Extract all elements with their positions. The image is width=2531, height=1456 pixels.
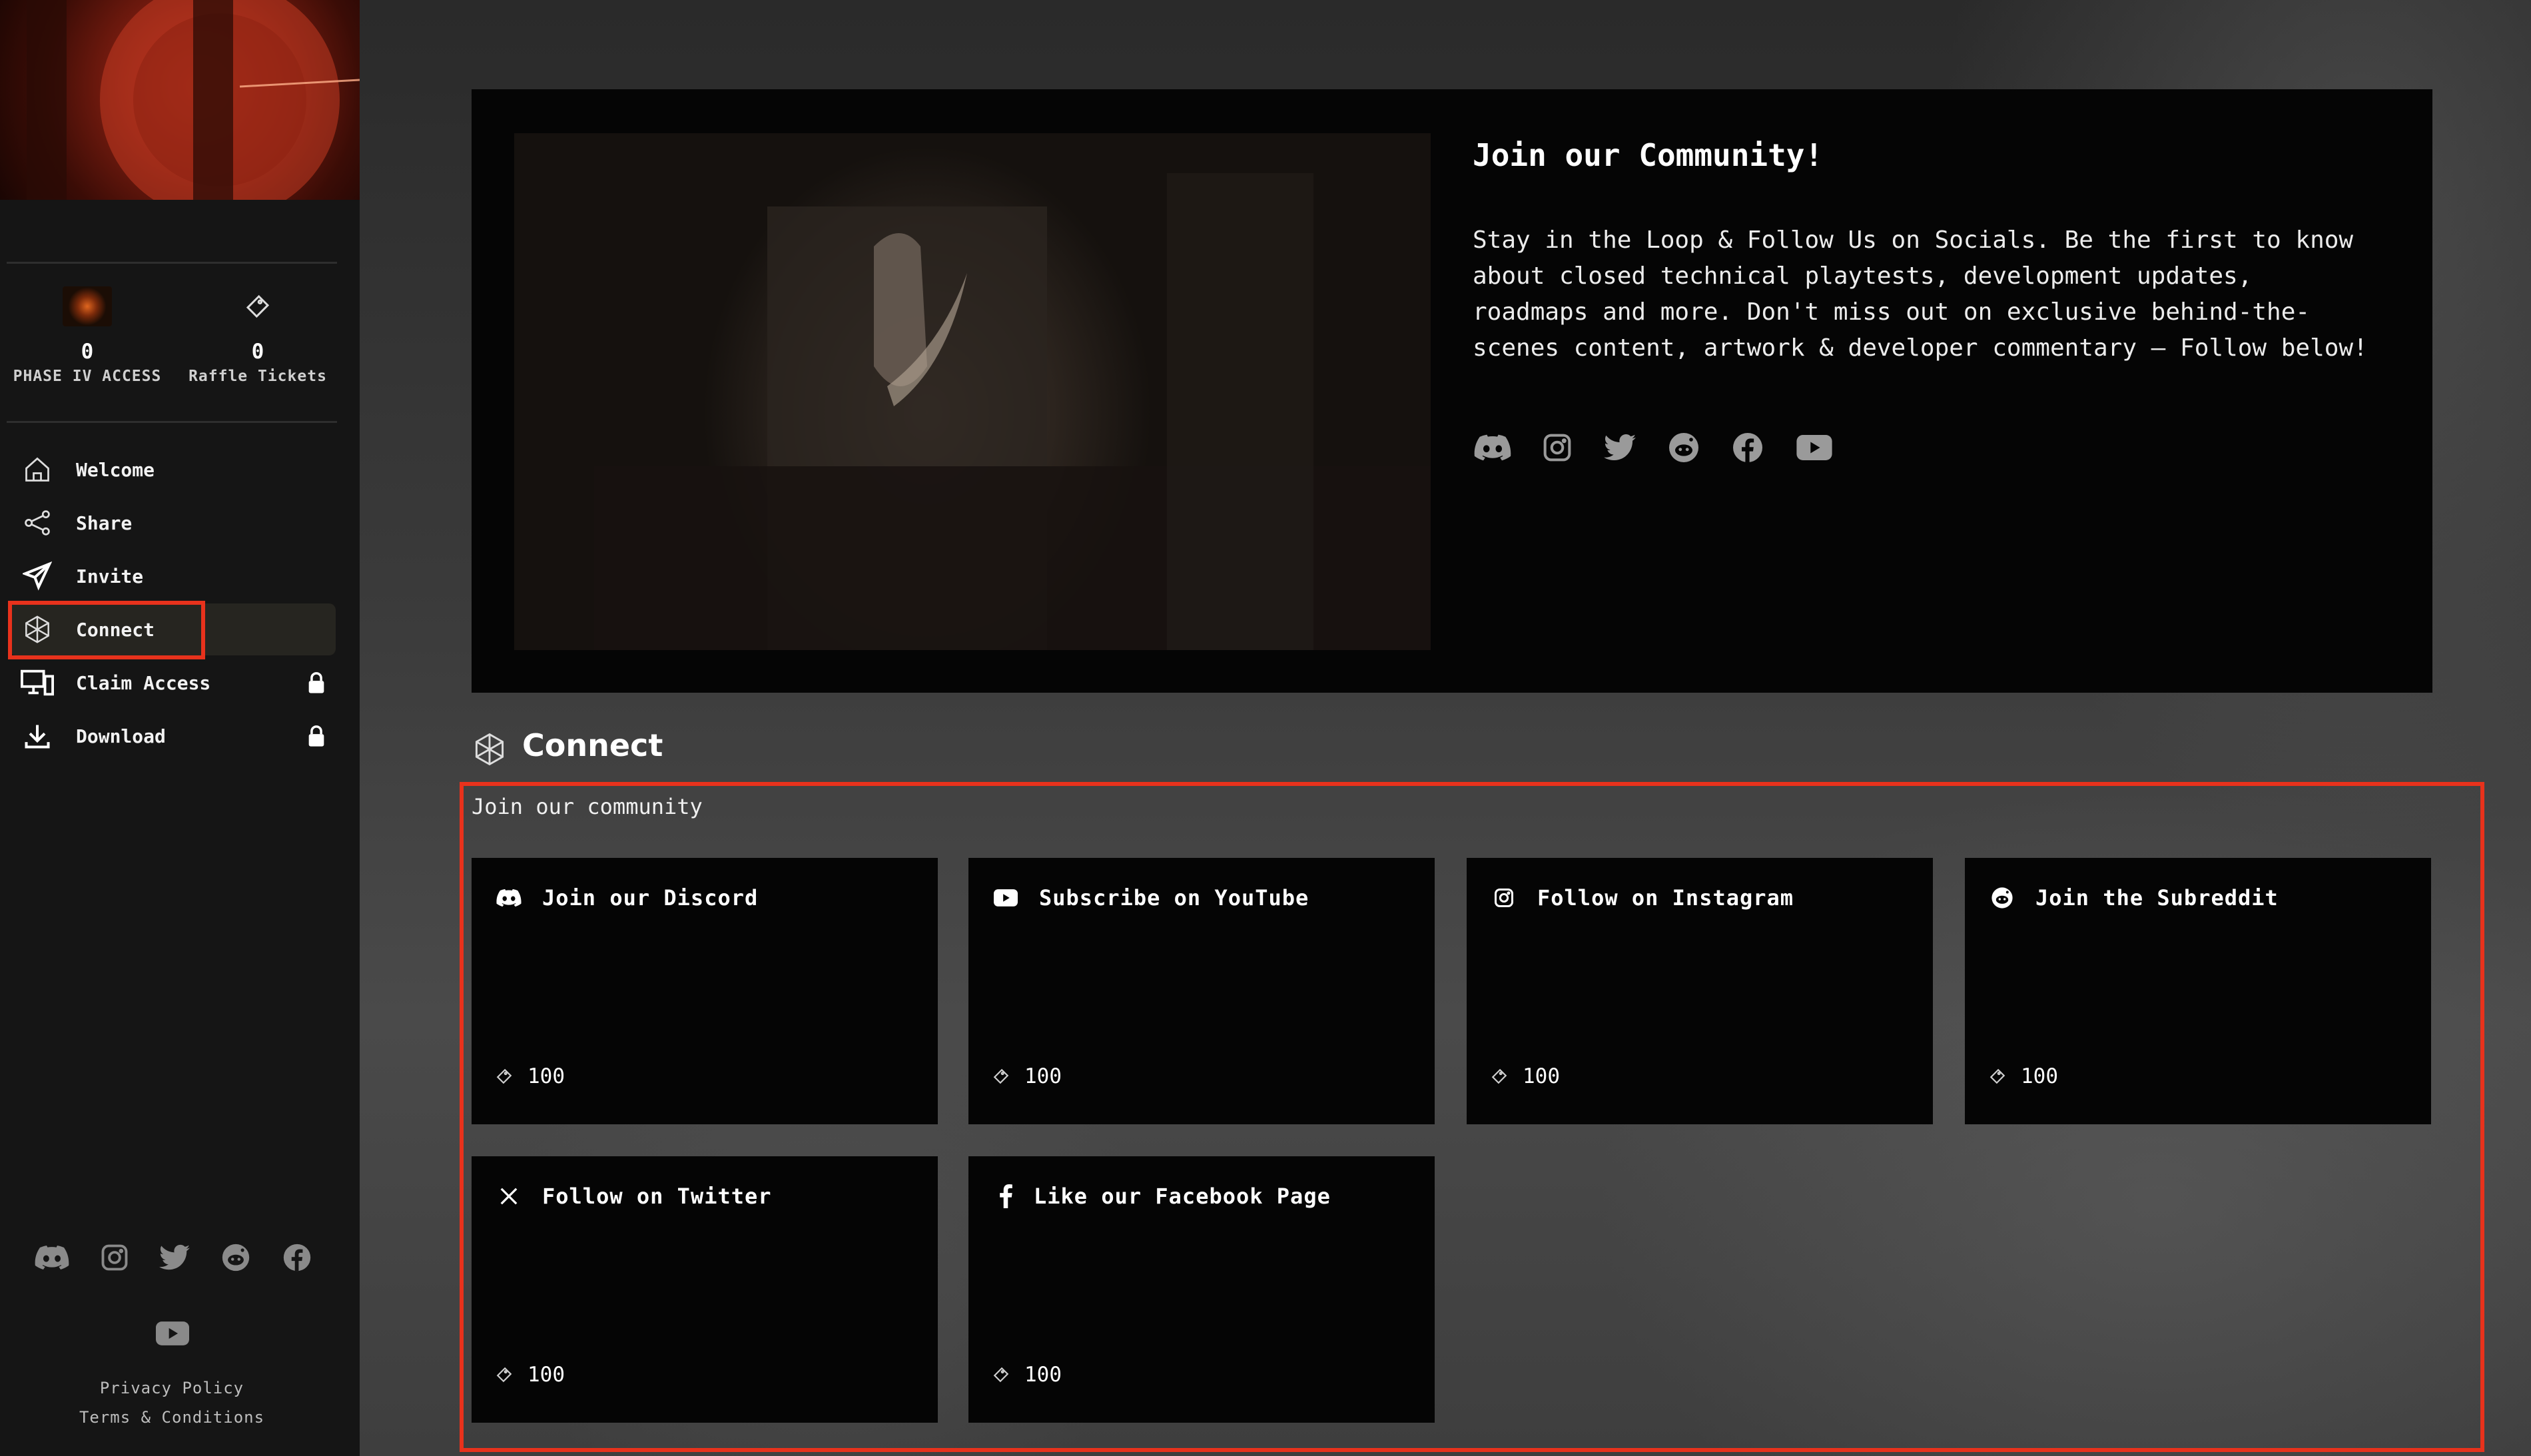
sidebar-item-label: Invite bbox=[76, 565, 144, 587]
sidebar: 0 PHASE IV ACCESS 0 Raffle Tickets Welco… bbox=[0, 0, 360, 1456]
sidebar-item-welcome[interactable]: Welcome bbox=[9, 444, 336, 496]
connect-highlight-box bbox=[8, 601, 205, 659]
sidebar-divider bbox=[7, 262, 337, 264]
sidebar-banner-image bbox=[0, 0, 360, 200]
download-icon bbox=[19, 717, 56, 755]
reddit-icon[interactable] bbox=[217, 1239, 254, 1276]
youtube-icon[interactable] bbox=[154, 1315, 191, 1352]
phase-access-value: 0 bbox=[81, 340, 94, 364]
sidebar-item-invite[interactable]: Invite bbox=[9, 550, 336, 602]
community-hero-panel: Join our Community! Stay in the Loop & F… bbox=[472, 89, 2432, 693]
facebook-icon[interactable] bbox=[278, 1239, 316, 1276]
phase-badge-icon bbox=[63, 286, 112, 326]
twitter-icon[interactable] bbox=[1600, 428, 1640, 468]
share-icon bbox=[19, 504, 56, 542]
privacy-policy-link[interactable]: Privacy Policy bbox=[0, 1379, 344, 1397]
twitter-icon[interactable] bbox=[156, 1239, 193, 1276]
youtube-icon[interactable] bbox=[1794, 428, 1834, 468]
send-icon bbox=[19, 557, 56, 595]
instagram-icon[interactable] bbox=[96, 1239, 133, 1276]
raffle-tickets-value: 0 bbox=[251, 340, 264, 364]
reddit-icon[interactable] bbox=[1664, 428, 1704, 468]
sidebar-divider bbox=[7, 421, 337, 423]
lock-icon bbox=[306, 725, 326, 747]
sidebar-item-label: Share bbox=[76, 512, 133, 534]
discord-icon[interactable] bbox=[1473, 428, 1513, 468]
phase-access-label: PHASE IV ACCESS bbox=[13, 368, 162, 385]
sidebar-item-claim-access[interactable]: Claim Access bbox=[9, 657, 336, 709]
instagram-icon[interactable] bbox=[1537, 428, 1577, 468]
sidebar-item-share[interactable]: Share bbox=[9, 497, 336, 549]
facebook-icon[interactable] bbox=[1728, 428, 1768, 468]
hero-title: Join our Community! bbox=[1473, 137, 1824, 173]
sidebar-item-download[interactable]: Download bbox=[9, 710, 336, 762]
devices-icon bbox=[19, 664, 56, 701]
sidebar-item-label: Claim Access bbox=[76, 671, 211, 694]
sidebar-item-label: Download bbox=[76, 725, 166, 747]
home-icon bbox=[19, 451, 56, 488]
connect-icon bbox=[472, 731, 508, 767]
stat-phase-access: 0 PHASE IV ACCESS bbox=[4, 286, 171, 385]
hero-description: Stay in the Loop & Follow Us on Socials.… bbox=[1473, 226, 2368, 362]
connect-section-highlight-box bbox=[460, 782, 2484, 1452]
discord-icon[interactable] bbox=[33, 1239, 71, 1276]
hero-artwork-image bbox=[514, 133, 1431, 650]
raffle-tickets-label: Raffle Tickets bbox=[188, 368, 327, 385]
ticket-icon bbox=[238, 286, 278, 326]
section-title: Connect bbox=[522, 727, 663, 763]
stat-raffle-tickets: 0 Raffle Tickets bbox=[175, 286, 341, 385]
lock-icon bbox=[306, 671, 326, 694]
sidebar-item-label: Welcome bbox=[76, 458, 155, 481]
terms-conditions-link[interactable]: Terms & Conditions bbox=[0, 1408, 344, 1427]
